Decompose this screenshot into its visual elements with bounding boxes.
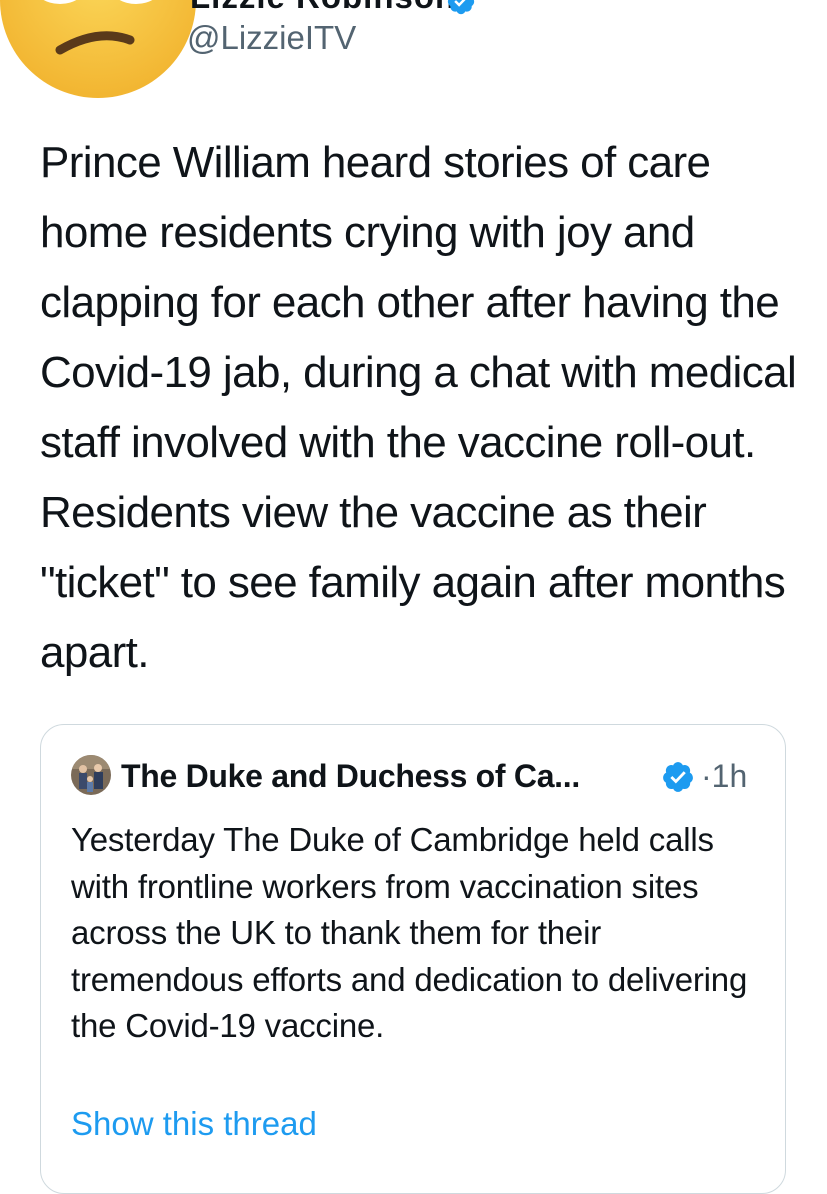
unamused-face-emoji-icon[interactable] xyxy=(0,0,198,100)
time-label: 1h xyxy=(711,758,748,794)
verified-badge-icon xyxy=(447,0,475,15)
verified-badge-icon xyxy=(663,762,693,792)
author-handle[interactable]: @LizzieITV xyxy=(187,19,356,57)
author-display-name[interactable]: Lizzie Robinson xyxy=(190,0,456,16)
tweet-text: Prince William heard stories of care hom… xyxy=(40,138,797,677)
separator-dot: · xyxy=(701,758,712,794)
family-photo-avatar[interactable] xyxy=(71,755,111,795)
quoted-tweet-card[interactable]: The Duke and Duchess of Ca... ·1h Yester… xyxy=(40,724,786,1194)
show-thread-link[interactable]: Show this thread xyxy=(71,1105,317,1143)
quoted-tweet-timestamp[interactable]: ·1h xyxy=(701,758,747,795)
quoted-author-name[interactable]: The Duke and Duchess of Ca... xyxy=(121,758,580,795)
quoted-tweet-text: Yesterday The Duke of Cambridge held cal… xyxy=(71,821,748,1044)
